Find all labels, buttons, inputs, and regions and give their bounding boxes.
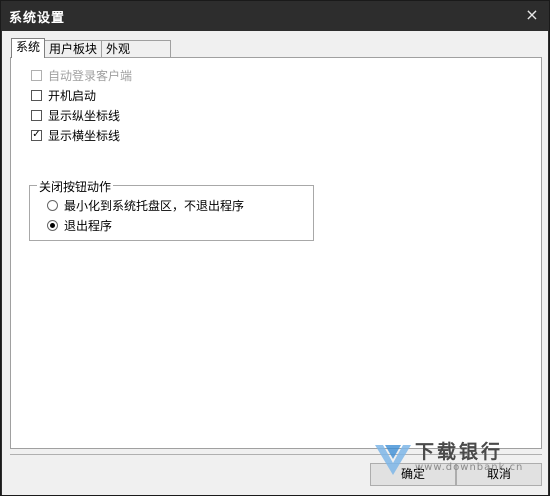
footer-divider [10, 454, 542, 455]
startup-label: 开机启动 [48, 88, 97, 103]
dialog-body: 系统 用户板块 外观 自动登录客户端 开机启动 显示纵坐标线 ✓ 显示横坐标线 [2, 31, 548, 495]
tab-appearance[interactable]: 外观 [101, 40, 172, 58]
exit-label: 退出程序 [64, 218, 113, 233]
close-action-group: 关闭按钮动作 最小化到系统托盘区，不退出程序 退出程序 [29, 178, 314, 241]
settings-dialog: 系统设置 × 系统 用户板块 外观 自动登录客户端 开机启动 显示纵坐标线 ✓ [0, 0, 550, 496]
radio-selected-dot [50, 222, 55, 228]
tab-label: 系统 [16, 40, 41, 54]
minimize-label: 最小化到系统托盘区，不退出程序 [64, 198, 245, 213]
close-button[interactable]: × [523, 5, 541, 25]
tab-label: 外观 [106, 42, 131, 56]
cancel-button[interactable]: 取消 [456, 463, 542, 486]
tab-system[interactable]: 系统 [11, 38, 46, 58]
ok-button[interactable]: 确定 [370, 463, 456, 486]
auto-login-label: 自动登录客户端 [48, 68, 133, 83]
title-bar[interactable]: 系统设置 × [1, 1, 549, 31]
horizontal-lines-label: 显示横坐标线 [48, 128, 121, 143]
minimize-option[interactable]: 最小化到系统托盘区，不退出程序 [47, 196, 244, 214]
minimize-radio[interactable] [47, 199, 58, 211]
vertical-lines-option[interactable]: 显示纵坐标线 [31, 106, 120, 124]
startup-option[interactable]: 开机启动 [31, 86, 96, 104]
horizontal-lines-option[interactable]: ✓ 显示横坐标线 [31, 126, 120, 144]
exit-option[interactable]: 退出程序 [47, 216, 112, 234]
exit-radio[interactable] [47, 219, 58, 231]
vertical-lines-label: 显示纵坐标线 [48, 108, 121, 123]
vertical-lines-checkbox[interactable] [31, 109, 42, 121]
auto-login-option: 自动登录客户端 [31, 66, 132, 84]
system-tab-panel: 自动登录客户端 开机启动 显示纵坐标线 ✓ 显示横坐标线 关闭按钮动作 最小化到… [10, 57, 542, 449]
startup-checkbox[interactable] [31, 89, 42, 101]
tab-label: 用户板块 [49, 42, 98, 56]
tab-strip: 系统 用户板块 外观 [11, 38, 172, 58]
auto-login-checkbox [31, 69, 42, 81]
tab-user-board[interactable]: 用户板块 [44, 40, 103, 58]
horizontal-lines-checkbox[interactable]: ✓ [31, 129, 42, 141]
close-action-title: 关闭按钮动作 [37, 178, 114, 195]
window-title: 系统设置 [9, 11, 66, 26]
